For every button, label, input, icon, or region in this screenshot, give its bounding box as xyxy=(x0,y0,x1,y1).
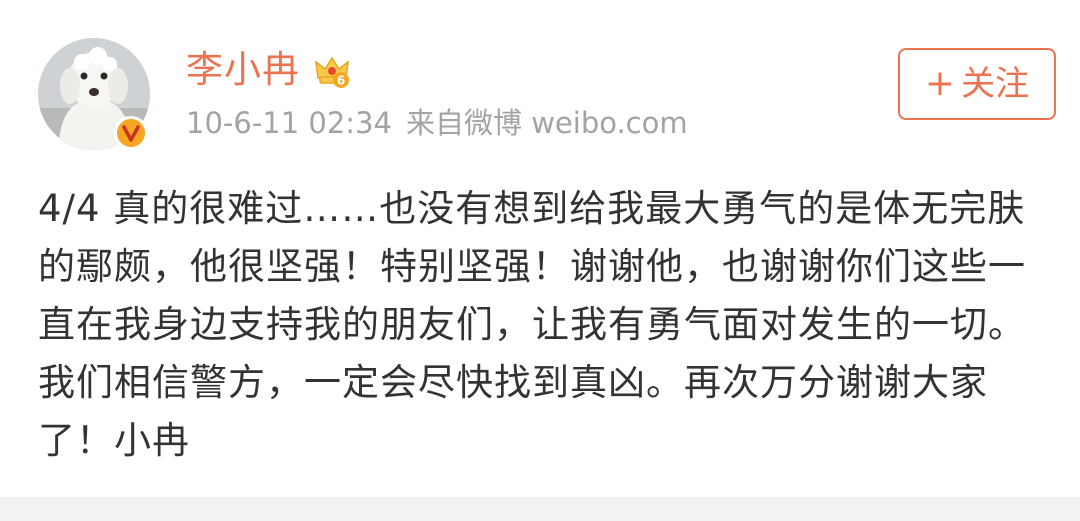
verified-badge-icon xyxy=(114,116,148,150)
weibo-post: 李小冉 6 10-6-11 02:34 来自微博 weibo.com + 关注 4/… xyxy=(0,0,1080,521)
post-timestamp: 10-6-11 02:34 xyxy=(186,106,392,140)
post-source[interactable]: 来自微博 weibo.com xyxy=(406,106,688,140)
post-meta: 10-6-11 02:34 来自微博 weibo.com xyxy=(186,104,702,142)
plus-icon: + xyxy=(924,63,956,104)
post-divider xyxy=(0,497,1080,521)
follow-button-label: 关注 xyxy=(961,64,1030,104)
post-text: 4/4 真的很难过……也没有想到给我最大勇气的是体无完肤的鄢颇，他很坚强！特别坚… xyxy=(38,187,1026,462)
author-name[interactable]: 李小冉 xyxy=(186,48,300,92)
follow-button[interactable]: + 关注 xyxy=(898,48,1056,120)
crown-vip-badge-icon[interactable]: 6 xyxy=(312,50,352,90)
vip-level: 6 xyxy=(337,74,345,88)
